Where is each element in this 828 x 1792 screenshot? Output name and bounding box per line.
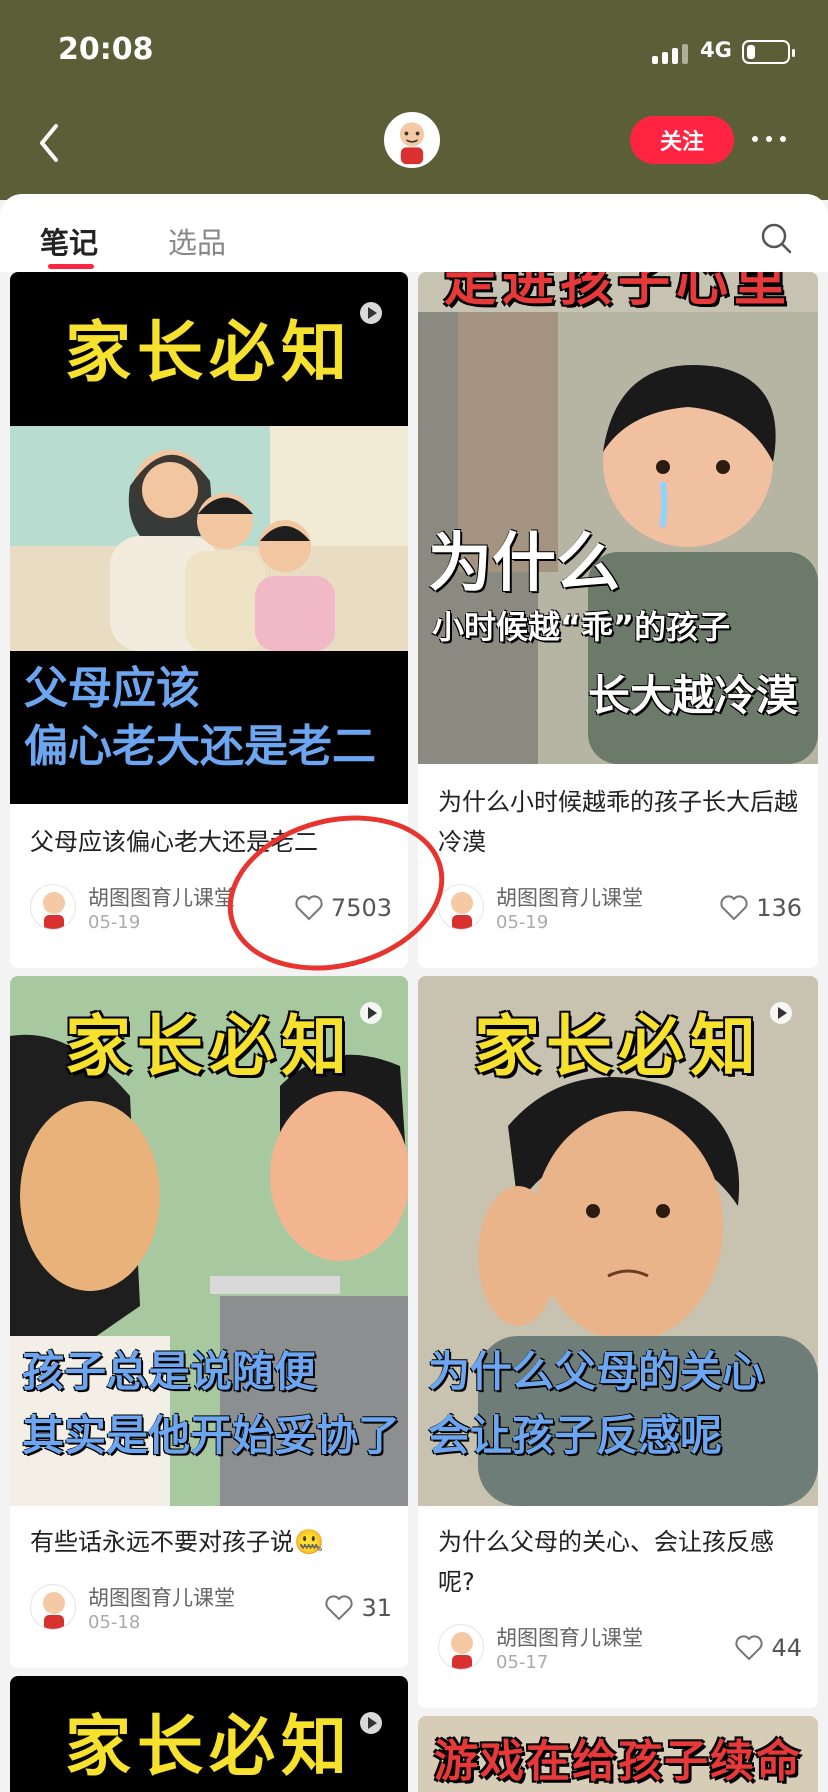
- like-count: 44: [771, 1634, 802, 1662]
- note-meta: 胡图图育儿课堂 05-18 31: [30, 1582, 392, 1636]
- note-cover-image: 游戏在给孩子续命: [418, 1716, 818, 1792]
- note-card[interactable]: 家长必知 孩子总是说随便 其实是他开始妥协了 有些话永远不要对孩子说🤐 胡图图育…: [10, 976, 408, 1668]
- note-date: 05-17: [496, 1652, 549, 1673]
- family-illustration: [10, 426, 408, 651]
- caption-line: 父母应该: [24, 663, 200, 714]
- note-date: 05-19: [88, 912, 141, 933]
- heart-icon: [720, 895, 748, 921]
- video-play-icon: [360, 1712, 382, 1734]
- caption-line: 孩子总是说随便: [22, 1347, 317, 1396]
- cover-caption-line: 小时候越“乖”的孩子: [432, 608, 731, 646]
- caption-line: 会让孩子反感呢: [428, 1411, 723, 1460]
- heart-icon: [735, 1635, 764, 1661]
- note-card[interactable]: 游戏在给孩子续命: [418, 1716, 818, 1792]
- author-name[interactable]: 胡图图育儿课堂: [88, 882, 235, 912]
- author-name[interactable]: 胡图图育儿课堂: [496, 1622, 643, 1652]
- tab-products[interactable]: 选品: [168, 220, 226, 262]
- network-type: 4G: [700, 38, 732, 62]
- tab-bar: 笔记 选品: [0, 194, 828, 272]
- author-name[interactable]: 胡图图育儿课堂: [88, 1582, 235, 1612]
- caption-line: 其实是他开始妥协了: [22, 1411, 401, 1460]
- note-cover-image: 家长必知: [10, 1676, 408, 1792]
- author-avatar[interactable]: [30, 884, 76, 930]
- profile-header: 20:08 4G 关注: [0, 0, 828, 200]
- note-cover-image: 家长必知 为什么父母的关心 会让孩子反感呢: [418, 976, 818, 1506]
- cover-banner: 家长必知: [65, 1707, 353, 1785]
- back-icon[interactable]: [32, 118, 66, 168]
- like-button[interactable]: 136: [720, 894, 802, 922]
- more-icon[interactable]: [752, 136, 786, 142]
- cover-caption: 父母应该 偏心老大还是老二: [24, 660, 376, 776]
- author-avatar[interactable]: [438, 1624, 484, 1670]
- cover-banner: 家长必知: [65, 313, 353, 391]
- cover-caption: 为什么父母的关心 会让孩子反感呢: [428, 1340, 764, 1468]
- tab-indicator: [48, 264, 94, 269]
- note-date: 05-18: [88, 1612, 141, 1633]
- note-card[interactable]: 家长必知 为什么父母的关心 会让孩子反感呢 为什么父母的关心、会让孩反感呢? 胡…: [418, 976, 818, 1708]
- caption-line: 偏心老大还是老二: [24, 721, 376, 772]
- signal-icon: [652, 42, 688, 64]
- author-avatar[interactable]: [438, 884, 484, 930]
- author-avatar[interactable]: [30, 1584, 76, 1630]
- like-button[interactable]: 31: [325, 1594, 392, 1622]
- status-time: 20:08: [58, 32, 154, 67]
- note-card[interactable]: 走进孩子心里 为什么 小时候越“乖”的孩子 长大越冷漠 为什么小时候越乖的孩子长…: [418, 272, 818, 968]
- caption-line: 为什么父母的关心: [428, 1347, 765, 1396]
- note-title: 为什么父母的关心、会让孩反感呢?: [438, 1528, 774, 1596]
- heart-icon: [325, 1595, 354, 1621]
- video-play-icon: [770, 1002, 792, 1024]
- follow-button[interactable]: 关注: [630, 116, 734, 164]
- note-title: 有些话永远不要对孩子说🤐: [30, 1528, 324, 1556]
- like-count: 136: [756, 894, 802, 922]
- note-cover-image: 走进孩子心里 为什么 小时候越“乖”的孩子 长大越冷漠: [418, 272, 818, 764]
- like-button[interactable]: 44: [735, 1634, 802, 1662]
- cover-banner: 游戏在给孩子续命: [434, 1736, 802, 1787]
- search-icon[interactable]: [760, 222, 792, 254]
- note-meta: 胡图图育儿课堂 05-17 44: [438, 1622, 802, 1676]
- video-play-icon: [360, 302, 382, 324]
- tab-notes[interactable]: 笔记: [40, 220, 98, 262]
- author-name[interactable]: 胡图图育儿课堂: [496, 882, 643, 912]
- note-cover-image: 家长必知 父母应该 偏心老大还是老二: [10, 272, 408, 804]
- note-date: 05-19: [496, 912, 549, 933]
- avatar[interactable]: [384, 112, 440, 168]
- like-count: 31: [361, 1594, 392, 1622]
- cover-caption: 孩子总是说随便 其实是他开始妥协了: [22, 1340, 400, 1468]
- cover-caption-line: 长大越冷漠: [587, 671, 798, 720]
- cover-banner: 家长必知: [474, 1007, 762, 1085]
- status-bar: 20:08 4G: [0, 32, 828, 68]
- note-title: 为什么小时候越乖的孩子长大后越冷漠: [438, 788, 798, 856]
- cover-caption-line: 为什么: [428, 527, 620, 601]
- cover-banner: 家长必知: [65, 1007, 353, 1085]
- note-cover-image: 家长必知 孩子总是说随便 其实是他开始妥协了: [10, 976, 408, 1506]
- video-play-icon: [360, 1002, 382, 1024]
- battery-icon: [742, 40, 795, 64]
- note-card[interactable]: 家长必知: [10, 1676, 408, 1792]
- note-meta: 胡图图育儿课堂 05-19 136: [438, 882, 802, 936]
